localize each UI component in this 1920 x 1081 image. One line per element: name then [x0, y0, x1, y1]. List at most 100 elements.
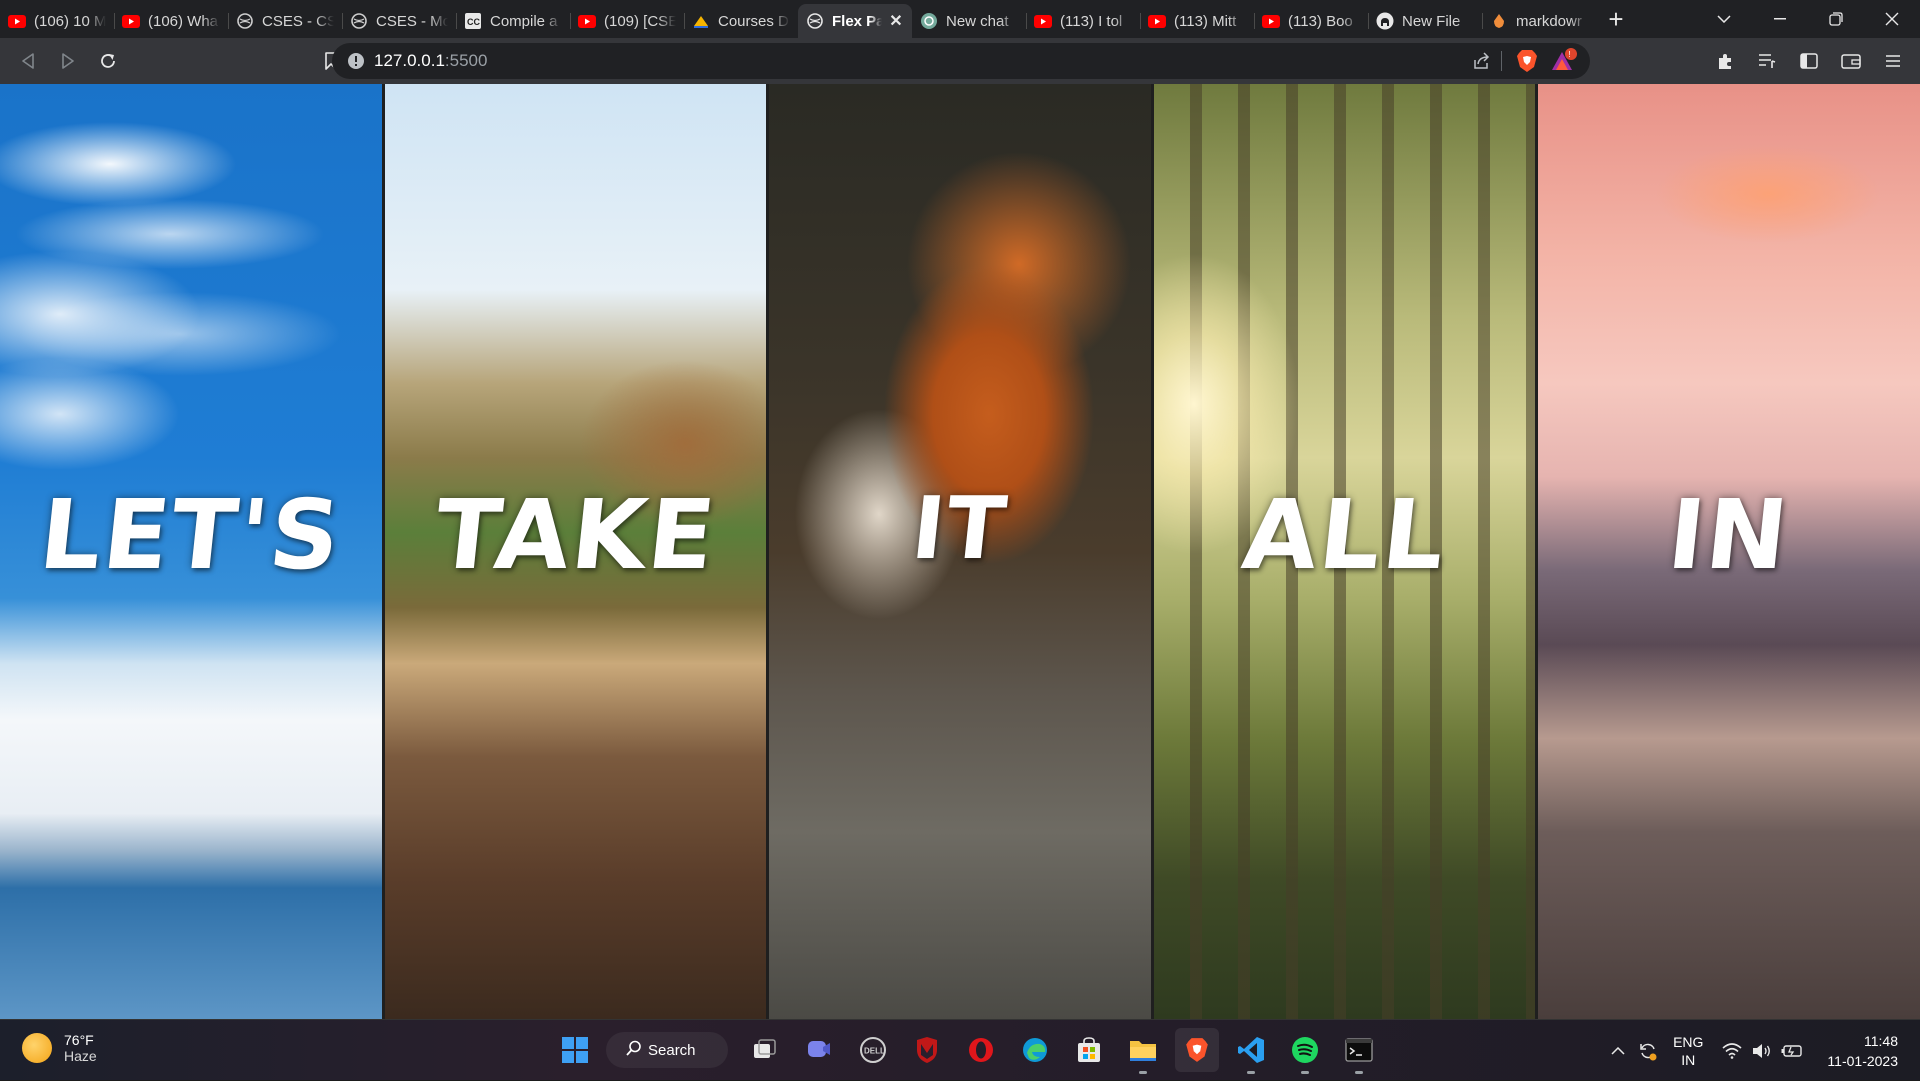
flex-panels-container: LET'S TAKE IT ALL IN — [0, 84, 1920, 1019]
tab-title: (109) [CSE — [604, 12, 676, 30]
url-port: :5500 — [444, 51, 488, 70]
site-info-icon[interactable] — [338, 52, 374, 70]
weather-widget[interactable]: 76°F Haze — [22, 1032, 97, 1064]
wifi-icon[interactable] — [1717, 1042, 1747, 1059]
chevron-up-icon[interactable] — [1603, 1046, 1633, 1055]
panel-city[interactable]: IN — [1535, 84, 1920, 1019]
brave-browser-icon[interactable] — [1175, 1028, 1219, 1072]
tab[interactable]: CSES - Mo — [342, 4, 456, 38]
panel-valley[interactable]: TAKE — [381, 84, 767, 1019]
brave-rewards-icon[interactable]: ! — [1550, 48, 1578, 79]
markdown-icon — [1490, 12, 1508, 30]
tab-title: (113) Mitt — [1174, 12, 1237, 30]
address-bar[interactable]: 127.0.0.1:5500 ! — [332, 43, 1590, 79]
tab[interactable]: (109) [CSE — [570, 4, 684, 38]
search-icon — [626, 1040, 642, 1060]
minimize-button[interactable] — [1752, 0, 1808, 38]
tab[interactable]: Courses D — [684, 4, 798, 38]
weather-temp: 76°F — [64, 1032, 94, 1048]
edge-icon[interactable] — [1013, 1028, 1057, 1072]
extensions-icon[interactable] — [1704, 41, 1746, 81]
tab[interactable]: CC Compile a — [456, 4, 570, 38]
tab[interactable]: (106) 10 M — [0, 4, 114, 38]
clock-time: 11:48 — [1864, 1032, 1898, 1049]
opera-icon[interactable] — [959, 1028, 1003, 1072]
panel-word: TAKE — [429, 479, 722, 591]
tab-search-chevron-icon[interactable] — [1696, 0, 1752, 38]
restore-button[interactable] — [1808, 0, 1864, 38]
window-controls — [1696, 0, 1920, 38]
tab[interactable]: (113) I tol — [1026, 4, 1140, 38]
language-indicator[interactable]: ENG IN — [1673, 1033, 1703, 1069]
spotify-icon[interactable] — [1283, 1028, 1327, 1074]
search-label: Search — [648, 1041, 696, 1059]
panel-word: IT — [907, 479, 1013, 579]
vscode-icon[interactable] — [1229, 1028, 1273, 1074]
tab-title: New File — [1402, 12, 1461, 30]
globe-icon — [236, 12, 254, 30]
youtube-icon — [122, 12, 140, 30]
youtube-icon — [578, 12, 596, 30]
svg-text:DELL: DELL — [864, 1047, 885, 1056]
language-line2: IN — [1681, 1051, 1696, 1068]
panel-fox[interactable]: IT — [766, 84, 1151, 1019]
tab[interactable]: (106) Wha — [114, 4, 228, 38]
new-tab-button[interactable]: + — [1596, 0, 1636, 38]
close-tab-icon[interactable]: ✕ — [888, 11, 904, 31]
tab[interactable]: New chat — [912, 4, 1026, 38]
task-view-icon[interactable] — [743, 1028, 787, 1072]
start-icon[interactable] — [553, 1028, 597, 1072]
back-button[interactable] — [8, 41, 48, 81]
tab-bar: (106) 10 M (106) Wha CSES - CSI CSES - M… — [0, 0, 1920, 38]
panel-word: ALL — [1237, 479, 1452, 591]
tab-active[interactable]: Flex Pa ✕ — [798, 4, 912, 38]
tab[interactable]: (113) Mitt — [1140, 4, 1254, 38]
url-host: 127.0.0.1 — [374, 51, 445, 70]
wallet-icon[interactable] — [1830, 41, 1872, 81]
github-icon — [1376, 12, 1394, 30]
clock[interactable]: 11:48 11-01-2023 — [1827, 1031, 1898, 1071]
tab[interactable]: markdowr — [1482, 4, 1596, 38]
mcafee-icon[interactable] — [905, 1028, 949, 1072]
panel-forest[interactable]: ALL — [1150, 84, 1536, 1019]
clock-date: 11-01-2023 — [1827, 1052, 1898, 1069]
sync-icon[interactable] — [1633, 1041, 1663, 1061]
tab-title: Courses D — [718, 12, 789, 30]
file-explorer-icon[interactable] — [1121, 1028, 1165, 1074]
brave-shields-icon[interactable] — [1516, 48, 1538, 79]
forward-button[interactable] — [48, 41, 88, 81]
chatgpt-icon — [920, 12, 938, 30]
playlist-icon[interactable] — [1746, 41, 1788, 81]
tab[interactable]: CSES - CSI — [228, 4, 342, 38]
panel-sky[interactable]: LET'S — [0, 84, 382, 1019]
teams-chat-icon[interactable] — [797, 1028, 841, 1072]
haze-weather-icon — [22, 1033, 52, 1063]
dell-icon[interactable]: DELL — [851, 1028, 895, 1072]
volume-icon[interactable] — [1747, 1043, 1777, 1059]
url-text[interactable]: 127.0.0.1:5500 — [374, 51, 487, 71]
cc-icon: CC — [464, 12, 482, 30]
battery-icon[interactable] — [1777, 1044, 1807, 1058]
courses-icon — [692, 12, 710, 30]
sidebar-icon[interactable] — [1788, 41, 1830, 81]
tab-strip: (106) 10 M (106) Wha CSES - CSI CSES - M… — [0, 0, 1636, 38]
panel-word: LET'S — [34, 479, 348, 591]
youtube-icon — [1034, 12, 1052, 30]
reload-button[interactable] — [88, 41, 128, 81]
tab[interactable]: New File — [1368, 4, 1482, 38]
tab-title: New chat — [946, 12, 1009, 30]
tab-title: (113) Boo — [1288, 12, 1353, 30]
taskbar-search[interactable]: Search — [606, 1032, 728, 1068]
tab-title: CSES - CSI — [262, 12, 334, 30]
tab-title: Compile a — [490, 12, 558, 30]
youtube-icon — [1262, 12, 1280, 30]
menu-icon[interactable] — [1872, 41, 1914, 81]
terminal-icon[interactable] — [1337, 1028, 1381, 1074]
globe-icon — [806, 12, 824, 30]
tab[interactable]: (113) Boo — [1254, 4, 1368, 38]
close-window-button[interactable] — [1864, 0, 1920, 38]
share-icon[interactable] — [1472, 51, 1492, 76]
tab-title: markdowr — [1516, 12, 1582, 30]
ms-store-icon[interactable] — [1067, 1028, 1111, 1072]
tab-title: CSES - Mo — [376, 12, 448, 30]
